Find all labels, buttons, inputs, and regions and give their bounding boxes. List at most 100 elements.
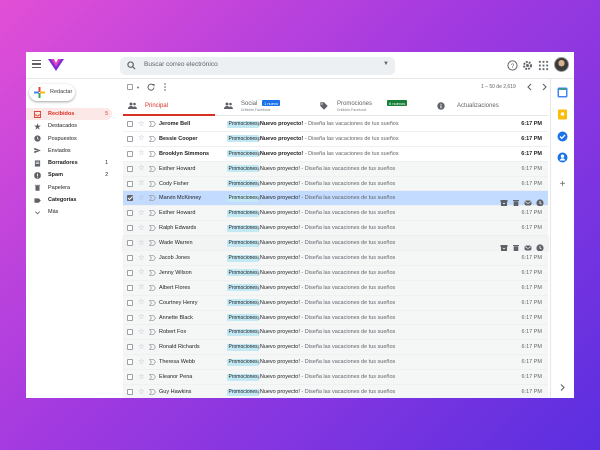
- row-checkbox[interactable]: [127, 121, 133, 127]
- star-toggle-icon[interactable]: ☆: [138, 373, 145, 381]
- star-toggle-icon[interactable]: ☆: [138, 388, 145, 396]
- next-page-icon[interactable]: [541, 83, 548, 91]
- star-toggle-icon[interactable]: ☆: [138, 239, 145, 247]
- star-toggle-icon[interactable]: ☆: [138, 224, 145, 232]
- star-toggle-icon[interactable]: ☆: [138, 119, 145, 128]
- email-label-chip[interactable]: Promociones: [227, 224, 260, 232]
- star-toggle-icon[interactable]: ☆: [138, 298, 145, 306]
- email-row[interactable]: ☆ Brooklyn Simmons Promociones ¡Nuevo proye…: [123, 146, 548, 162]
- important-marker-icon[interactable]: [149, 314, 156, 321]
- star-toggle-icon[interactable]: ☆: [138, 313, 145, 321]
- email-row[interactable]: ☆ Jenny Wilson Promociones ¡Nuevo proyecto!…: [123, 265, 548, 281]
- email-label-chip[interactable]: Promociones: [227, 120, 260, 128]
- email-row[interactable]: ☆ Jacob Jones Promociones ¡Nuevo proyecto! …: [123, 251, 548, 266]
- compose-button[interactable]: Redactar: [29, 84, 75, 101]
- star-toggle-icon[interactable]: ☆: [138, 149, 145, 157]
- email-row[interactable]: ☆ Wade Warren Promociones ¡Nuevo proyecto! …: [123, 236, 548, 252]
- email-label-chip[interactable]: Promociones: [227, 299, 260, 307]
- delete-icon[interactable]: [512, 194, 520, 208]
- calendar-icon[interactable]: [557, 87, 568, 98]
- apps-grid-icon[interactable]: [538, 60, 549, 71]
- main-menu-button[interactable]: [32, 60, 41, 69]
- star-toggle-icon[interactable]: ☆: [138, 268, 145, 276]
- row-checkbox[interactable]: [127, 269, 133, 276]
- row-checkbox[interactable]: [127, 359, 133, 366]
- row-checkbox[interactable]: [127, 284, 133, 291]
- tasks-icon[interactable]: [557, 131, 568, 142]
- row-checkbox[interactable]: [127, 165, 133, 172]
- sidebar-item-starred[interactable]: Destacados: [26, 120, 112, 132]
- mark-read-icon[interactable]: [524, 239, 532, 251]
- star-toggle-icon[interactable]: ☆: [138, 328, 145, 336]
- archive-icon[interactable]: [500, 194, 508, 207]
- email-row[interactable]: ☆ Esther Howard Promociones ¡Nuevo proyecto…: [123, 206, 548, 222]
- select-options-caret[interactable]: ▼: [136, 85, 140, 90]
- select-all-checkbox[interactable]: [127, 84, 133, 90]
- email-label-chip[interactable]: Promociones: [227, 284, 260, 292]
- important-marker-icon[interactable]: [149, 225, 156, 232]
- email-row[interactable]: ☆ Ralph Edwards Promociones ¡Nuevo proyecto…: [123, 221, 548, 237]
- email-label-chip[interactable]: Promociones: [227, 254, 260, 262]
- email-label-chip[interactable]: Promociones: [227, 180, 260, 188]
- delete-icon[interactable]: [512, 239, 520, 252]
- email-label-chip[interactable]: Promociones: [227, 135, 260, 143]
- row-checkbox[interactable]: [127, 195, 133, 202]
- important-marker-icon[interactable]: [149, 150, 156, 157]
- star-toggle-icon[interactable]: ☆: [138, 134, 145, 142]
- important-marker-icon[interactable]: [149, 255, 156, 261]
- important-marker-icon[interactable]: [149, 374, 156, 380]
- row-checkbox[interactable]: [127, 329, 133, 336]
- email-row[interactable]: ☆ Ronald Richards Promociones ¡Nuevo proyec…: [123, 340, 548, 356]
- email-row[interactable]: ☆ Jerome Bell Promociones ¡Nuevo proyecto! …: [123, 117, 548, 132]
- row-checkbox[interactable]: [127, 210, 133, 217]
- important-marker-icon[interactable]: [149, 240, 156, 246]
- sidebar-item-spam[interactable]: Spam 2: [26, 169, 112, 181]
- avatar[interactable]: [554, 57, 569, 72]
- sidebar-item-categories[interactable]: Categorías: [26, 194, 112, 206]
- email-row[interactable]: ☆ Esther Howard Promociones ¡Nuevo proyecto…: [123, 161, 548, 177]
- important-marker-icon[interactable]: [149, 359, 156, 366]
- email-label-chip[interactable]: Promociones: [227, 165, 260, 173]
- email-row[interactable]: ☆ Courtney Henry Promociones ¡Nuevo proyect…: [123, 295, 548, 311]
- email-row[interactable]: ☆ Annette Black Promociones ¡Nuevo proyecto…: [123, 310, 548, 326]
- row-checkbox[interactable]: [127, 225, 133, 232]
- row-checkbox[interactable]: [127, 240, 133, 247]
- important-marker-icon[interactable]: [149, 180, 156, 187]
- mark-read-icon[interactable]: [524, 194, 532, 206]
- snooze-icon[interactable]: [536, 239, 544, 252]
- email-row[interactable]: ☆ Bessie Cooper Promociones ¡Nuevo proyecto…: [123, 131, 548, 147]
- archive-icon[interactable]: [500, 239, 508, 252]
- contacts-icon[interactable]: [557, 152, 568, 163]
- tab-social[interactable]: Social 1 nuevo Dribbble,Facebook: [219, 96, 315, 116]
- more-vert-icon[interactable]: [163, 83, 167, 91]
- sidebar-item-trash[interactable]: Papelera: [26, 182, 112, 194]
- email-label-chip[interactable]: Promociones: [227, 150, 260, 158]
- important-marker-icon[interactable]: [149, 329, 156, 336]
- snooze-icon[interactable]: [536, 194, 544, 208]
- important-marker-icon[interactable]: [149, 210, 156, 217]
- tab-promociones[interactable]: Promociones 6 nuevos Dribbble,Facebook: [315, 96, 413, 116]
- row-checkbox[interactable]: [127, 180, 133, 187]
- email-label-chip[interactable]: Promociones: [227, 314, 260, 322]
- email-label-chip[interactable]: Promociones: [227, 269, 260, 277]
- search-options-icon[interactable]: ▼: [383, 61, 389, 67]
- email-row[interactable]: ☆ Theresa Webb Promociones ¡Nuevo proyecto!…: [123, 355, 548, 371]
- collapse-panel-icon[interactable]: [557, 382, 568, 393]
- email-row[interactable]: ☆ Eleanor Pena Promociones ¡Nuevo proyecto!…: [123, 370, 548, 386]
- important-marker-icon[interactable]: [149, 344, 156, 351]
- row-checkbox[interactable]: [127, 299, 133, 306]
- row-checkbox[interactable]: [127, 374, 133, 381]
- important-marker-icon[interactable]: [149, 136, 156, 142]
- email-label-chip[interactable]: Promociones: [227, 373, 260, 381]
- important-marker-icon[interactable]: [149, 270, 156, 276]
- star-toggle-icon[interactable]: ☆: [138, 358, 145, 366]
- prev-page-icon[interactable]: [526, 83, 533, 91]
- search-input[interactable]: Buscar correo electrónico ▼: [120, 57, 395, 75]
- settings-icon[interactable]: [522, 60, 533, 71]
- email-label-chip[interactable]: Promociones: [227, 328, 260, 336]
- star-toggle-icon[interactable]: ☆: [138, 343, 145, 351]
- refresh-icon[interactable]: [147, 83, 155, 91]
- email-label-chip[interactable]: Promociones: [227, 343, 260, 351]
- email-label-chip[interactable]: Promociones: [227, 388, 260, 396]
- sidebar-item-sent[interactable]: Enviados: [26, 145, 112, 157]
